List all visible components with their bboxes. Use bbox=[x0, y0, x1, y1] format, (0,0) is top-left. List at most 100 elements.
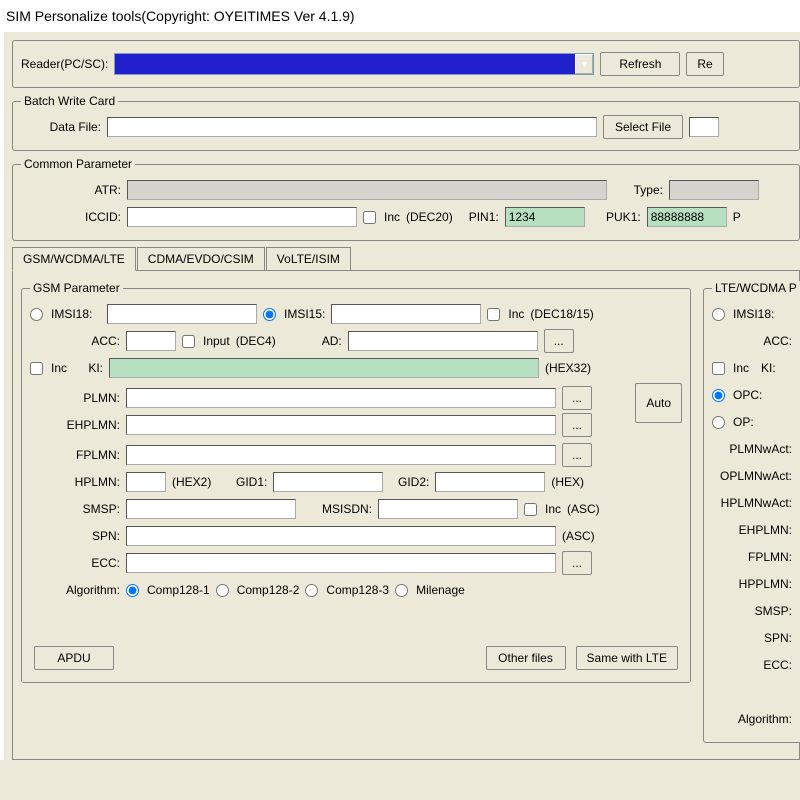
ki-label: KI: bbox=[73, 361, 103, 375]
lte-inc-label: Inc bbox=[733, 361, 749, 375]
alg2-label: Comp128-2 bbox=[237, 583, 300, 597]
ki-inc-checkbox[interactable] bbox=[30, 362, 43, 375]
acc-input-checkbox[interactable] bbox=[182, 335, 195, 348]
lte-ecc-label: ECC: bbox=[712, 658, 792, 672]
imsi18-label: IMSI18: bbox=[51, 307, 101, 321]
fplmn-input[interactable] bbox=[126, 445, 556, 465]
plmn-input[interactable] bbox=[126, 388, 556, 408]
iccid-inc-checkbox[interactable] bbox=[363, 211, 376, 224]
lte-imsi18-radio[interactable] bbox=[712, 308, 725, 321]
lte-opc-label: OPC: bbox=[733, 388, 762, 402]
gid1-input[interactable] bbox=[273, 472, 383, 492]
select-file-button[interactable]: Select File bbox=[603, 115, 683, 139]
fplmn-dots-button[interactable]: ... bbox=[562, 443, 592, 467]
batch-extra-input[interactable] bbox=[689, 117, 719, 137]
same-with-lte-button[interactable]: Same with LTE bbox=[576, 646, 678, 670]
ehplmn-input[interactable] bbox=[126, 415, 556, 435]
imsi15-radio[interactable] bbox=[263, 308, 276, 321]
lte-spn-label: SPN: bbox=[712, 631, 792, 645]
type-input bbox=[669, 180, 759, 200]
tab-gsm-wcdma-lte[interactable]: GSM/WCDMA/LTE bbox=[12, 247, 136, 271]
imsi-inc-checkbox[interactable] bbox=[487, 308, 500, 321]
pin1-input[interactable] bbox=[505, 207, 585, 227]
common-parameter-group: Common Parameter ATR: Type: ICCID: Inc (… bbox=[12, 157, 800, 241]
acc-label: ACC: bbox=[30, 334, 120, 348]
plmn-label: PLMN: bbox=[30, 391, 120, 405]
hex32-note: (HEX32) bbox=[545, 361, 591, 375]
dec20-note: (DEC20) bbox=[406, 210, 453, 224]
ad-label: AD: bbox=[282, 334, 342, 348]
data-file-label: Data File: bbox=[21, 120, 101, 134]
ecc-input[interactable] bbox=[126, 553, 556, 573]
refresh-button[interactable]: Refresh bbox=[600, 52, 680, 76]
algorithm-label: Algorithm: bbox=[30, 583, 120, 597]
tab-cdma-evdo-csim[interactable]: CDMA/EVDO/CSIM bbox=[137, 247, 265, 270]
alg4-label: Milenage bbox=[416, 583, 465, 597]
asc-note1: (ASC) bbox=[567, 502, 600, 516]
lte-plmnwact-label: PLMNwAct: bbox=[712, 442, 792, 456]
msisdn-inc-label: Inc bbox=[545, 502, 561, 516]
data-file-input[interactable] bbox=[107, 117, 597, 137]
msisdn-input[interactable] bbox=[378, 499, 518, 519]
imsi15-label: IMSI15: bbox=[284, 307, 325, 321]
iccid-input[interactable] bbox=[127, 207, 357, 227]
imsi-inc-label: Inc bbox=[508, 307, 524, 321]
lte-acc-label: ACC: bbox=[712, 334, 792, 348]
plmn-dots-button[interactable]: ... bbox=[562, 386, 592, 410]
tab-volte-isim[interactable]: VoLTE/ISIM bbox=[266, 247, 351, 270]
pin1-label: PIN1: bbox=[459, 210, 499, 224]
lte-fplmn-label: FPLMN: bbox=[712, 550, 792, 564]
lte-hpplmn-label: HPPLMN: bbox=[712, 577, 792, 591]
ad-input[interactable] bbox=[348, 331, 538, 351]
lte-ehplmn-label: EHPLMN: bbox=[712, 523, 792, 537]
lte-opc-radio[interactable] bbox=[712, 389, 725, 402]
lte-inc-checkbox[interactable] bbox=[712, 362, 725, 375]
lte-algorithm-label: Algorithm: bbox=[712, 712, 792, 726]
re-button[interactable]: Re bbox=[686, 52, 723, 76]
puk1-input[interactable] bbox=[647, 207, 727, 227]
gid2-label: GID2: bbox=[389, 475, 429, 489]
other-files-button[interactable]: Other files bbox=[486, 646, 566, 670]
reader-select[interactable]: ▾ bbox=[114, 53, 594, 75]
batch-legend: Batch Write Card bbox=[21, 94, 118, 108]
alg-milenage-radio[interactable] bbox=[395, 584, 408, 597]
hex2-note: (HEX2) bbox=[172, 475, 211, 489]
ecc-label: ECC: bbox=[30, 556, 120, 570]
alg-comp128-1-radio[interactable] bbox=[126, 584, 139, 597]
dec1815-note: (DEC18/15) bbox=[530, 307, 593, 321]
asc-note2: (ASC) bbox=[562, 529, 595, 543]
auto-button[interactable]: Auto bbox=[635, 383, 682, 423]
alg3-label: Comp128-3 bbox=[326, 583, 389, 597]
chevron-down-icon[interactable]: ▾ bbox=[575, 54, 593, 74]
alg-comp128-3-radio[interactable] bbox=[305, 584, 318, 597]
hex-note: (HEX) bbox=[551, 475, 584, 489]
lte-op-radio[interactable] bbox=[712, 416, 725, 429]
alg-comp128-2-radio[interactable] bbox=[216, 584, 229, 597]
ki-input[interactable] bbox=[109, 358, 539, 378]
msisdn-inc-checkbox[interactable] bbox=[524, 503, 537, 516]
atr-label: ATR: bbox=[21, 183, 121, 197]
lte-smsp-label: SMSP: bbox=[712, 604, 792, 618]
gsm-legend: GSM Parameter bbox=[30, 281, 123, 295]
ehplmn-dots-button[interactable]: ... bbox=[562, 413, 592, 437]
smsp-input[interactable] bbox=[126, 499, 296, 519]
imsi18-radio[interactable] bbox=[30, 308, 43, 321]
ki-inc-label: Inc bbox=[51, 361, 67, 375]
reader-label: Reader(PC/SC): bbox=[21, 57, 108, 71]
ecc-dots-button[interactable]: ... bbox=[562, 551, 592, 575]
type-label: Type: bbox=[613, 183, 663, 197]
hplmn-input[interactable] bbox=[126, 472, 166, 492]
ad-dots-button[interactable]: ... bbox=[544, 329, 574, 353]
gid1-label: GID1: bbox=[217, 475, 267, 489]
lte-wcdma-group: LTE/WCDMA P IMSI18: ACC: Inc KI: bbox=[703, 281, 800, 743]
lte-hplmnwact-label: HPLMNwAct: bbox=[712, 496, 792, 510]
lte-oplmnwact-label: OPLMNwAct: bbox=[712, 469, 792, 483]
lte-op-label: OP: bbox=[733, 415, 754, 429]
apdu-button[interactable]: APDU bbox=[34, 646, 114, 670]
imsi18-input[interactable] bbox=[107, 304, 257, 324]
lte-ki-label: KI: bbox=[761, 361, 776, 375]
acc-input[interactable] bbox=[126, 331, 176, 351]
spn-input[interactable] bbox=[126, 526, 556, 546]
imsi15-input[interactable] bbox=[331, 304, 481, 324]
gid2-input[interactable] bbox=[435, 472, 545, 492]
